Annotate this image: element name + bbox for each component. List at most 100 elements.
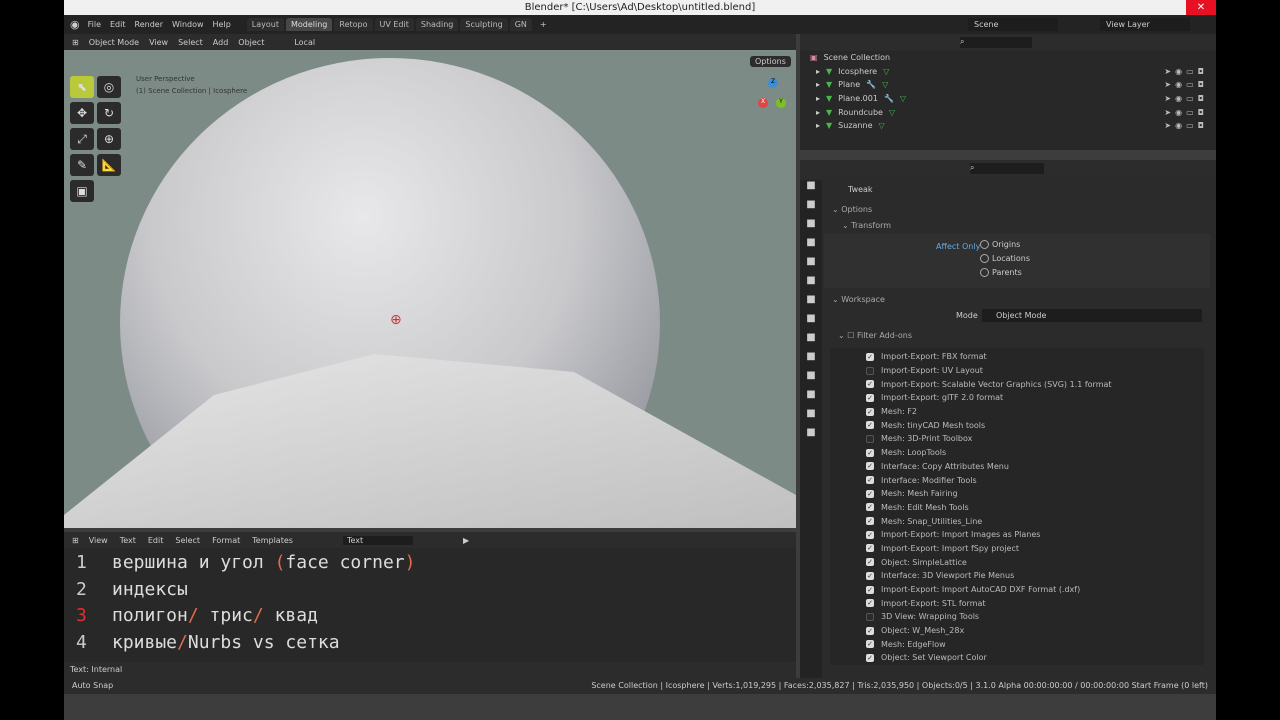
scene-field[interactable]: Scene [968,18,1058,31]
text-menu-view[interactable]: View [89,536,108,545]
filter-addons-toggle[interactable]: ⌄ ☐ Filter Add-ons [824,328,1210,344]
viewport-menu-view[interactable]: View [149,38,168,47]
addon-checkbox[interactable]: ✓ [866,462,874,471]
orientation-dropdown[interactable]: Local [294,38,315,47]
addon-item[interactable]: ✓ Interface: Copy Attributes Menu [830,460,1204,474]
mode-dropdown[interactable]: Object Mode [982,309,1202,322]
text-menu-format[interactable]: Format [212,536,240,545]
options-dropdown[interactable]: Options [750,56,791,67]
text-file-field[interactable]: Text [342,535,413,545]
mode-dropdown[interactable]: Object Mode [89,38,139,47]
addon-item[interactable]: ✓ Object: SimpleLattice [830,555,1204,569]
outliner-item[interactable]: ▸ ▼ Plane 🔧 ▽ ➤◉▭◘ [800,78,1216,92]
addon-item[interactable]: ✓ Import-Export: STL format [830,596,1204,610]
menu-render[interactable]: Render [135,20,163,29]
gizmo-z[interactable]: Z [768,78,778,88]
tab-modeling[interactable]: Modeling [285,18,333,31]
transform-panel-header[interactable]: ⌄ Transform [824,218,1210,234]
addon-item[interactable]: ✓ Interface: 3D Viewport Pie Menus [830,569,1204,583]
addon-item[interactable]: Mesh: 3D-Print Toolbox [830,432,1204,446]
addon-checkbox[interactable] [866,366,874,375]
blender-logo-icon[interactable]: ◉ [70,18,80,31]
text-menu-edit[interactable]: Edit [148,536,164,545]
navigation-gizmo[interactable]: X Y Z [756,78,786,108]
data-tab-icon[interactable]: ■ [800,389,822,408]
menu-help[interactable]: Help [213,20,231,29]
expand-arrow-icon[interactable]: ▸ [816,108,820,117]
addon-item[interactable]: ✓ Object: W_Mesh_28x [830,624,1204,638]
outliner-item[interactable]: ▸ ▼ Suzanne ▽ ➤◉▭◘ [800,119,1216,133]
radio-icon[interactable] [980,240,989,249]
addon-item[interactable]: ✓ Import-Export: glTF 2.0 format [830,391,1204,405]
constraints-tab-icon[interactable]: ■ [800,370,822,389]
output-tab-icon[interactable]: ■ [800,218,822,237]
addon-checkbox[interactable]: ✓ [866,503,874,512]
menu-file[interactable]: File [88,20,101,29]
addon-checkbox[interactable]: ✓ [866,489,874,498]
addon-checkbox[interactable]: ✓ [866,393,874,402]
text-menu-select[interactable]: Select [175,536,200,545]
modifier-tab-icon[interactable]: ■ [800,313,822,332]
outliner-item[interactable]: ▸ ▼ Roundcube ▽ ➤◉▭◘ [800,105,1216,119]
tab-retopo[interactable]: Retopo [334,18,373,31]
addon-checkbox[interactable]: ✓ [866,640,874,649]
menu-edit[interactable]: Edit [110,20,126,29]
addon-checkbox[interactable] [866,612,874,621]
add-workspace-button[interactable]: + [540,20,547,29]
material-tab-icon[interactable]: ■ [800,408,822,427]
annotate-tool-icon[interactable]: ✎ [70,154,94,176]
affect-locations-checkbox[interactable]: Locations [980,254,1030,268]
texture-tab-icon[interactable]: ■ [800,427,822,446]
expand-arrow-icon[interactable]: ▸ [816,94,820,103]
run-script-button[interactable]: ▶ [463,536,469,545]
affect-origins-checkbox[interactable]: Origins [980,240,1030,254]
addon-item[interactable]: ✓ Mesh: Snap_Utilities_Line [830,514,1204,528]
tab-gn[interactable]: GN [509,18,532,31]
visibility-icons[interactable]: ➤◉▭◘ [1164,67,1208,76]
cursor-tool-icon[interactable]: ◎ [97,76,121,98]
addon-item[interactable]: ✓ Import-Export: Import Images as Planes [830,528,1204,542]
radio-icon[interactable] [980,268,989,277]
visibility-icons[interactable]: ➤◉▭◘ [1164,108,1208,117]
visibility-icons[interactable]: ➤◉▭◘ [1164,94,1208,103]
measure-tool-icon[interactable]: 📐 [97,154,121,176]
addon-item[interactable]: ✓ Import-Export: Scalable Vector Graphics… [830,377,1204,391]
menu-window[interactable]: Window [172,20,204,29]
addon-item[interactable]: ✓ Import-Export: Import fSpy project [830,542,1204,556]
addon-item[interactable]: ✓ Mesh: Mesh Fairing [830,487,1204,501]
outliner-search-input[interactable]: ⌕ [960,37,1032,48]
scene-collection-row[interactable]: ▣ Scene Collection [800,51,1216,65]
addon-checkbox[interactable]: ✓ [866,517,874,526]
affect-parents-checkbox[interactable]: Parents [980,268,1030,282]
text-editor-area[interactable]: 1 вершина и угол (face corner) 2 индексы 3 по… [64,548,796,662]
text-menu-text[interactable]: Text [120,536,136,545]
tab-uv-edit[interactable]: UV Edit [374,18,414,31]
add-cube-tool-icon[interactable]: ▣ [70,180,94,202]
scale-tool-icon[interactable]: ⤢ [70,128,94,150]
options-panel-header[interactable]: ⌄ Options [824,202,1210,218]
physics-tab-icon[interactable]: ■ [800,351,822,370]
viewport-menu-select[interactable]: Select [178,38,203,47]
gizmo-y[interactable]: Y [776,98,786,108]
editor-type-icon[interactable]: ⊞ [72,536,79,545]
addon-item[interactable]: ✓ Mesh: EdgeFlow [830,637,1204,651]
close-window-button[interactable]: ✕ [1186,0,1216,15]
addon-checkbox[interactable]: ✓ [866,352,874,361]
addon-item[interactable]: ✓ Mesh: F2 [830,405,1204,419]
select-tool-icon[interactable]: ⬉ [70,76,94,98]
addon-item[interactable]: ✓ Interface: Modifier Tools [830,473,1204,487]
addon-item[interactable]: 3D View: Wrapping Tools [830,610,1204,624]
editor-type-icon[interactable]: ⊞ [72,38,79,47]
world-tab-icon[interactable]: ■ [800,275,822,294]
render-tab-icon[interactable]: ■ [800,199,822,218]
tool-tab-icon[interactable]: ■ [800,180,822,199]
expand-arrow-icon[interactable]: ▸ [816,67,820,76]
workspace-panel-header[interactable]: ⌄ Workspace [824,292,1210,308]
addon-item[interactable]: ✓ Import-Export: Import AutoCAD DXF Forma… [830,583,1204,597]
outliner-item[interactable]: ▸ ▼ Plane.001 🔧 ▽ ➤◉▭◘ [800,92,1216,106]
3d-viewport[interactable]: User Perspective (1) Scene Collection | … [64,50,796,528]
addon-item[interactable]: ✓ Mesh: tinyCAD Mesh tools [830,418,1204,432]
tab-layout[interactable]: Layout [246,18,284,31]
particles-tab-icon[interactable]: ■ [800,332,822,351]
object-tab-icon[interactable]: ■ [800,294,822,313]
